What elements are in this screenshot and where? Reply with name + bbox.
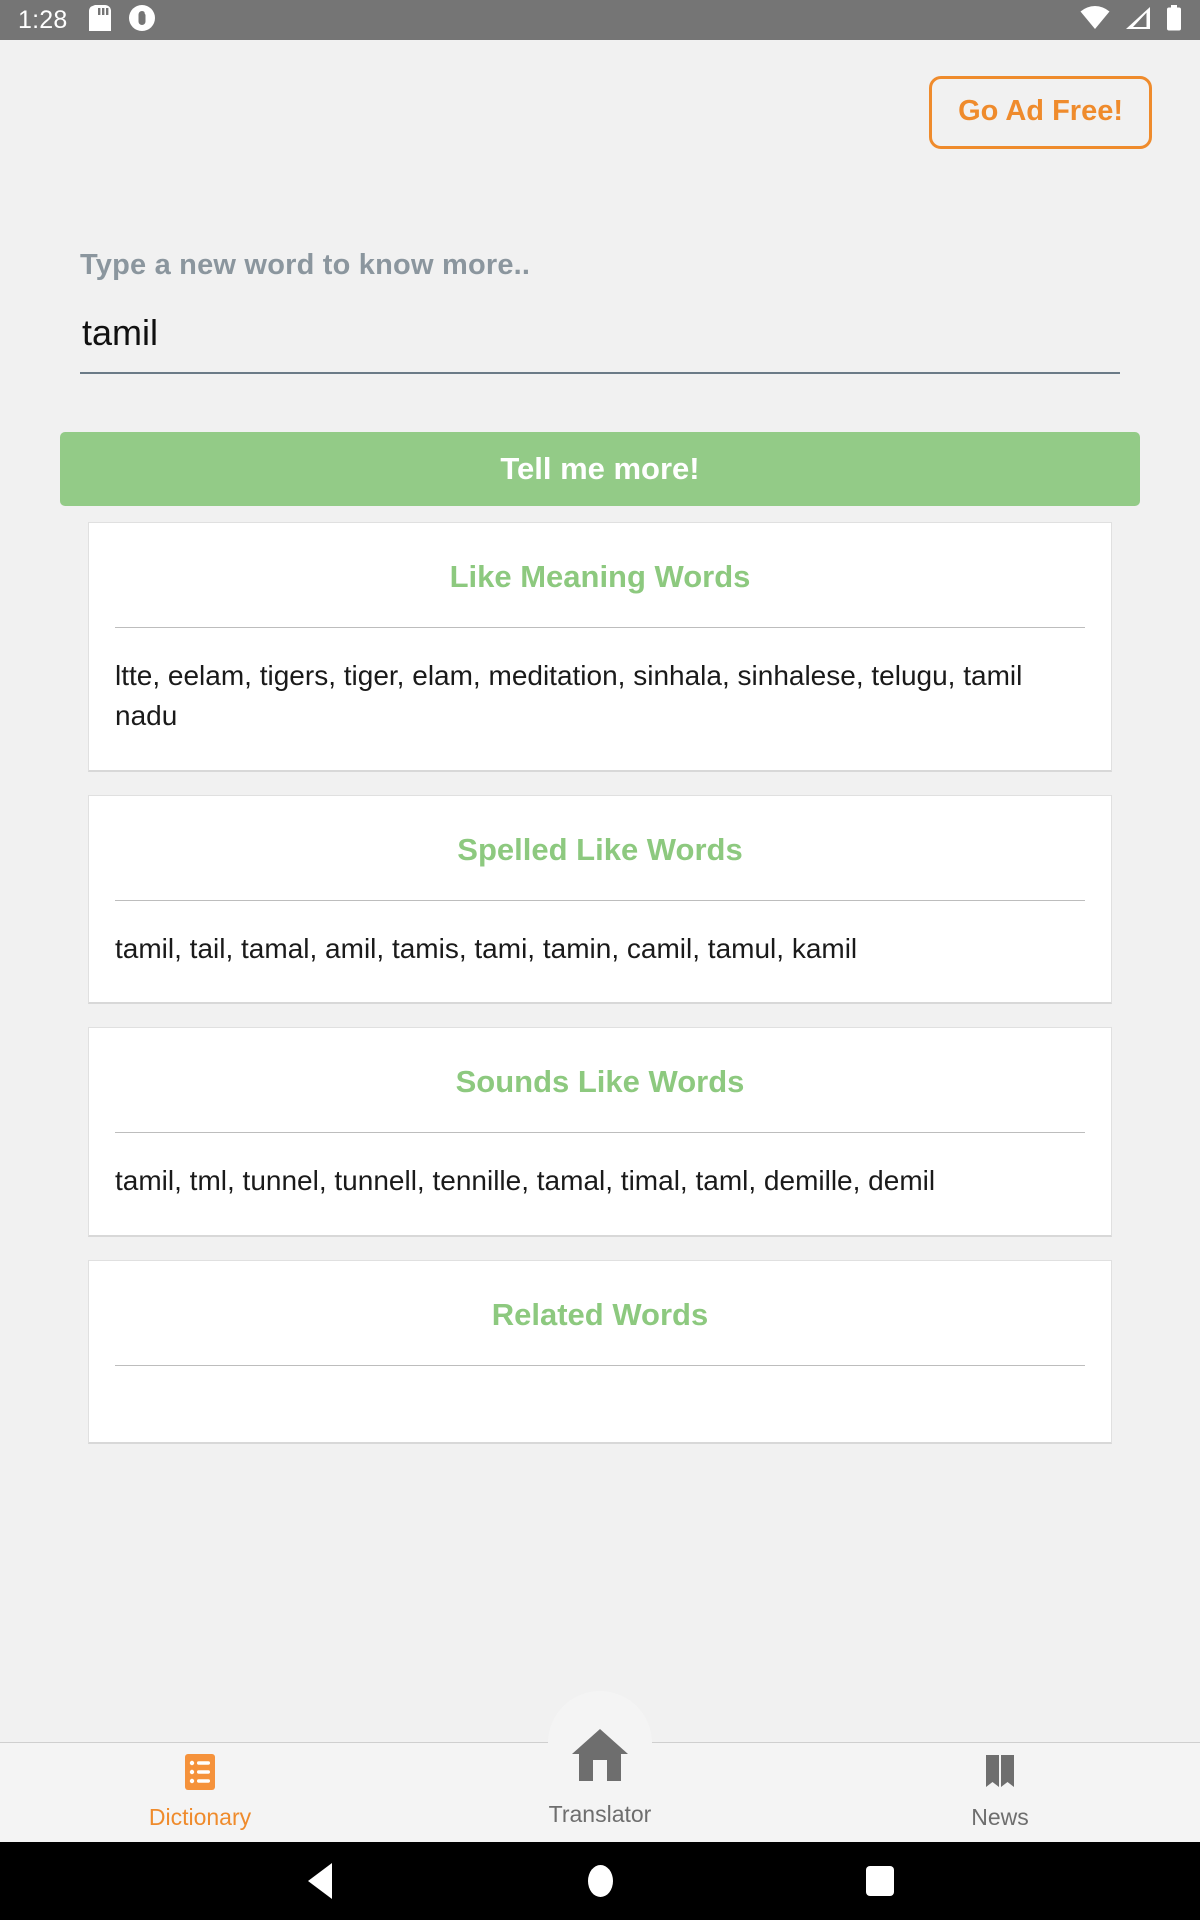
back-triangle-icon (308, 1863, 332, 1899)
app-notification-icon (129, 4, 156, 36)
wifi-icon (1080, 5, 1110, 35)
card-like-meaning-words: Like Meaning Words ltte, eelam, tigers, … (88, 522, 1112, 772)
go-ad-free-button[interactable]: Go Ad Free! (929, 76, 1152, 149)
back-button[interactable] (275, 1842, 365, 1920)
sidebar-item-dictionary[interactable]: Dictionary (0, 1743, 400, 1831)
tell-me-more-button[interactable]: Tell me more! (60, 432, 1140, 506)
card-body: tamil, tml, tunnel, tunnell, tennille, t… (115, 1165, 936, 1197)
go-ad-free-row: Go Ad Free! (0, 40, 1200, 149)
home-button[interactable] (555, 1842, 645, 1920)
card-title: Sounds Like Words (455, 1064, 745, 1100)
card-body: ltte, eelam, tigers, tiger, elam, medita… (115, 660, 1023, 731)
cellular-signal-icon (1124, 6, 1152, 35)
status-right-icons (1080, 4, 1182, 36)
card-title: Related Words (491, 1297, 709, 1332)
card-body (89, 1366, 1111, 1442)
card-title: Like Meaning Words (449, 559, 751, 594)
card-spelled-like-words: Spelled Like Words tamil, tail, tamal, a… (88, 794, 1112, 1005)
recents-button[interactable] (835, 1842, 925, 1920)
card-body: tamil, tail, tamal, amil, tamis, tami, t… (115, 932, 858, 964)
battery-icon (1166, 4, 1182, 36)
card-title: Spelled Like Words (457, 831, 743, 867)
status-bar: 1:28 (0, 0, 1200, 40)
sidebar-item-translator[interactable]: Translator (400, 1691, 800, 1827)
main-content: Go Ad Free! Type a new word to know more… (0, 40, 1200, 1742)
status-left-icons (89, 4, 156, 36)
tell-me-more-wrap: Tell me more! (0, 374, 1200, 506)
sidebar-item-label: Dictionary (148, 1804, 252, 1830)
search-input[interactable] (80, 308, 1120, 374)
search-label: Type a new word to know more.. (80, 249, 531, 281)
sidebar-item-news[interactable]: News (800, 1743, 1200, 1831)
search-block: Type a new word to know more.. (0, 149, 1200, 374)
home-circle-icon (587, 1865, 613, 1897)
recents-square-icon (866, 1866, 894, 1896)
sidebar-item-label: Translator (548, 1801, 652, 1827)
status-clock: 1:28 (18, 5, 68, 34)
home-bump[interactable] (548, 1691, 652, 1795)
sidebar-item-label: News (971, 1804, 1029, 1830)
card-related-words: Related Words (88, 1260, 1112, 1444)
android-system-nav (0, 1842, 1200, 1920)
card-sounds-like-words: Sounds Like Words tamil, tml, tunnel, tu… (88, 1027, 1112, 1237)
results-cards: Like Meaning Words ltte, eelam, tigers, … (0, 506, 1200, 1444)
home-icon (569, 1726, 631, 1789)
bottom-navigation: Dictionary Translator News (0, 1691, 1200, 1842)
book-icon (980, 1753, 1020, 1796)
app-root: 1:28 Go Ad Free! Type a new word to know… (0, 0, 1200, 1920)
list-icon (181, 1753, 219, 1796)
sd-card-icon (89, 4, 112, 36)
